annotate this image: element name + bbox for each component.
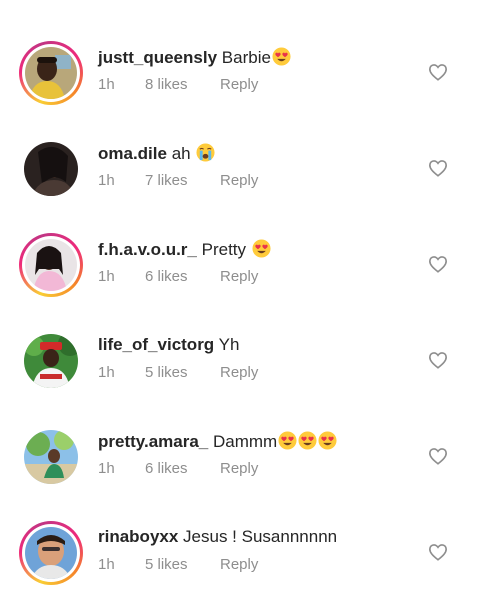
comment-likes[interactable]: 6 likes xyxy=(145,460,220,478)
comment-time: 1h xyxy=(98,172,115,189)
avatar[interactable] xyxy=(19,329,83,393)
avatar[interactable] xyxy=(19,425,83,489)
heart-eyes-emoji-icon xyxy=(298,431,317,450)
comment-text: Jesus ! Susannnnnn xyxy=(183,527,338,546)
comment-meta: 1h 6 likes Reply xyxy=(98,268,258,286)
avatar[interactable] xyxy=(19,137,83,201)
comment-username[interactable]: oma.dile xyxy=(98,144,167,163)
comment-likes[interactable]: 7 likes xyxy=(145,172,220,190)
comment-line: justt_queensly Barbie xyxy=(98,47,291,68)
reply-button[interactable]: Reply xyxy=(220,76,258,94)
comment-username[interactable]: f.h.a.v.o.u.r_ xyxy=(98,240,197,259)
reply-button[interactable]: Reply xyxy=(220,364,258,382)
heart-outline-icon[interactable] xyxy=(428,543,448,561)
comment-meta: 1h 5 likes Reply xyxy=(98,364,258,382)
comment-row: pretty.amara_ Dammm 1h 6 likes Reply xyxy=(0,426,480,516)
heart-outline-icon[interactable] xyxy=(428,351,448,369)
comment-text: Pretty xyxy=(201,240,247,259)
reply-button[interactable]: Reply xyxy=(220,556,258,574)
avatar-photo xyxy=(25,239,77,291)
comment-row: f.h.a.v.o.u.r_ Pretty 1h 6 likes Reply xyxy=(0,233,480,324)
comments-list: justt_queensly Barbie 1h 8 likes Reply oma… xyxy=(0,0,480,595)
heart-eyes-emoji-icon xyxy=(278,431,297,450)
comment-likes[interactable]: 6 likes xyxy=(145,268,220,286)
heart-eyes-emoji-icon xyxy=(318,431,337,450)
heart-outline-icon[interactable] xyxy=(428,63,448,81)
comment-time: 1h xyxy=(98,364,115,381)
comment-line: rinaboyxx Jesus ! Susannnnnn xyxy=(98,527,337,547)
comment-row: justt_queensly Barbie 1h 8 likes Reply xyxy=(0,41,480,132)
heart-outline-icon[interactable] xyxy=(428,255,448,273)
comment-line: life_of_victorg Yh xyxy=(98,335,239,355)
reply-button[interactable]: Reply xyxy=(220,172,258,190)
heart-outline-icon[interactable] xyxy=(428,159,448,177)
comment-time: 1h xyxy=(98,268,115,285)
avatar[interactable] xyxy=(19,521,83,585)
crying-emoji-icon xyxy=(196,143,215,162)
heart-eyes-emoji-icon xyxy=(252,239,271,258)
comment-line: f.h.a.v.o.u.r_ Pretty xyxy=(98,239,271,260)
reply-button[interactable]: Reply xyxy=(220,460,258,478)
comment-time: 1h xyxy=(98,76,115,93)
reply-button[interactable]: Reply xyxy=(220,268,258,286)
comment-row: life_of_victorg Yh 1h 5 likes Reply xyxy=(0,330,480,420)
comment-username[interactable]: justt_queensly xyxy=(98,48,217,67)
comment-text: Barbie xyxy=(221,48,271,67)
comment-username[interactable]: pretty.amara_ xyxy=(98,432,208,451)
comment-time: 1h xyxy=(98,556,115,573)
heart-outline-icon[interactable] xyxy=(428,447,448,465)
comment-likes[interactable]: 5 likes xyxy=(145,556,220,574)
comment-username[interactable]: rinaboyxx xyxy=(98,527,178,546)
avatar-photo xyxy=(24,334,78,388)
comment-text: ah xyxy=(171,144,191,163)
avatar-photo xyxy=(25,47,77,99)
heart-eyes-emoji-icon xyxy=(272,47,291,66)
comment-time: 1h xyxy=(98,460,115,477)
comment-meta: 1h 8 likes Reply xyxy=(98,76,258,94)
comment-row: oma.dile ah 1h 7 likes Reply xyxy=(0,138,480,228)
comment-likes[interactable]: 8 likes xyxy=(145,76,220,94)
comment-likes[interactable]: 5 likes xyxy=(145,364,220,382)
comment-meta: 1h 5 likes Reply xyxy=(98,556,258,574)
comment-line: oma.dile ah xyxy=(98,143,215,164)
avatar-photo xyxy=(24,142,78,196)
comment-text: Yh xyxy=(218,335,240,354)
comment-text: Dammm xyxy=(212,432,278,451)
comment-meta: 1h 7 likes Reply xyxy=(98,172,258,190)
comment-username[interactable]: life_of_victorg xyxy=(98,335,214,354)
avatar-photo xyxy=(24,430,78,484)
comment-meta: 1h 6 likes Reply xyxy=(98,460,258,478)
comment-row: rinaboyxx Jesus ! Susannnnnn 1h 5 likes Re… xyxy=(0,521,480,612)
avatar[interactable] xyxy=(19,41,83,105)
avatar-photo xyxy=(25,527,77,579)
comment-line: pretty.amara_ Dammm xyxy=(98,431,337,452)
avatar[interactable] xyxy=(19,233,83,297)
